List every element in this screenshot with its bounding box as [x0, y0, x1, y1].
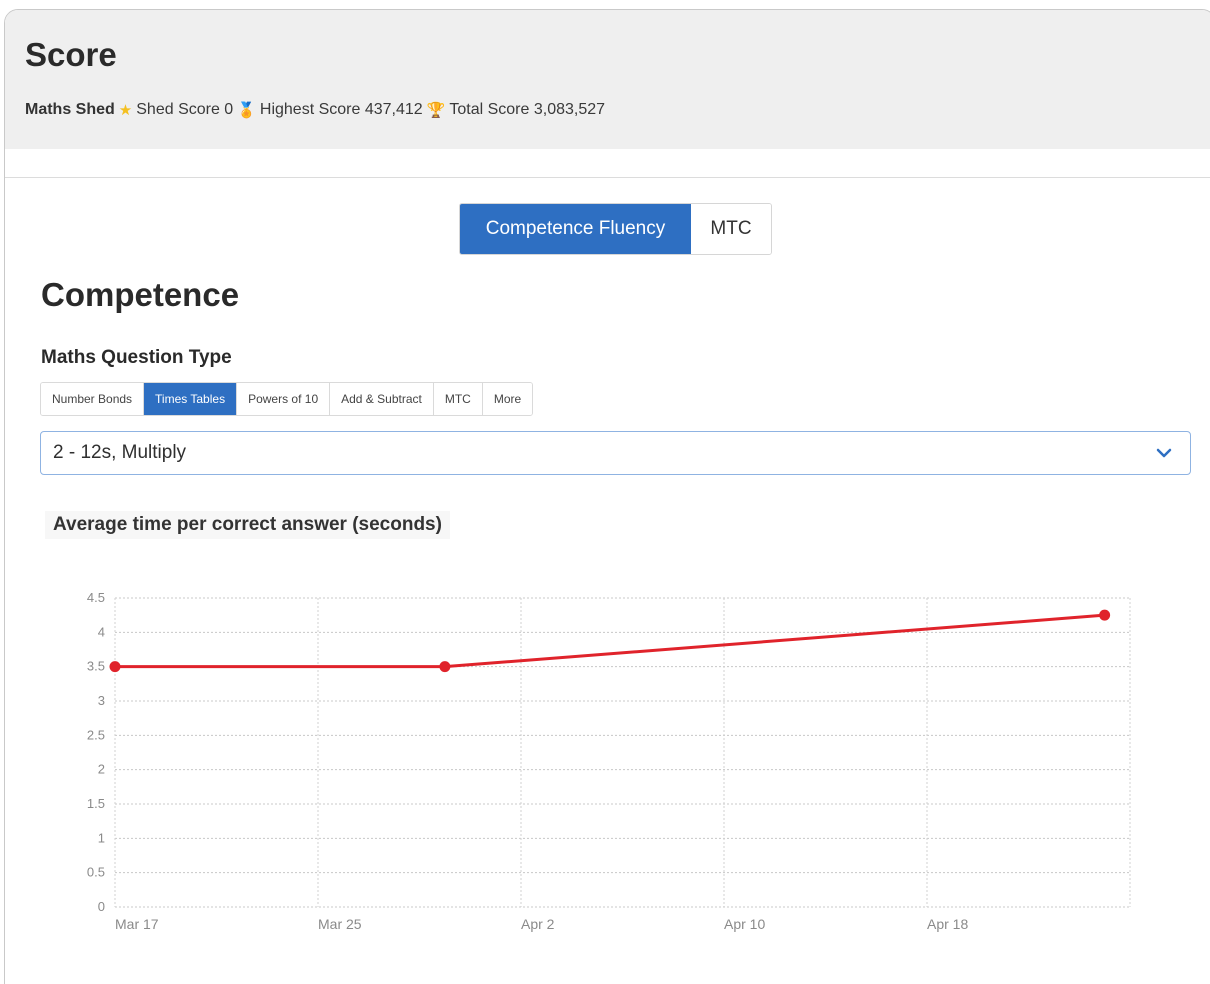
section-title: Competence [41, 276, 240, 313]
star-icon: ★ [118, 101, 133, 119]
tab-number-bonds[interactable]: Number Bonds [41, 383, 145, 415]
series-line [115, 613, 1105, 669]
data-point [109, 661, 121, 673]
header-divider [5, 177, 1210, 178]
y-tick-label: 1 [98, 830, 105, 845]
mtc-button[interactable]: MTC [691, 204, 771, 254]
y-tick-label: 1.5 [87, 796, 105, 811]
x-tick-label: Apr 18 [927, 916, 968, 932]
y-tick-label: 4 [98, 624, 105, 639]
chevron-down-icon [1156, 448, 1172, 458]
x-tick-label: Mar 25 [318, 916, 362, 932]
select-value: 2 - 12s, Multiply [53, 442, 187, 463]
question-set-select[interactable]: 2 - 12s, Multiply [40, 431, 1191, 475]
y-tick-label: 3 [98, 693, 105, 708]
y-tick-label: 0.5 [87, 865, 105, 880]
competence-fluency-button[interactable]: Competence Fluency [460, 204, 691, 254]
line-chart: 0 0.5 1 1.5 2 2.5 3 3.5 4 4.5 Mar 17 Mar 25 Apr 2 Apr… [87, 590, 1131, 932]
score-summary: Maths Shed ★ Shed Score 0 🏅 Highest Scor… [25, 101, 605, 119]
score-header: Score Maths Shed ★ Shed Score 0 🏅 Highes… [5, 10, 1210, 149]
y-tick-label: 2 [98, 762, 105, 777]
brand-label: Maths Shed [25, 101, 115, 118]
x-tick-label: Mar 17 [115, 916, 159, 932]
y-tick-label: 2.5 [87, 727, 105, 742]
medal-icon: 🏅 [237, 101, 256, 119]
highest-score: Highest Score 437,412 [259, 101, 423, 118]
x-tick-label: Apr 2 [521, 916, 555, 932]
tab-mtc[interactable]: MTC [433, 383, 483, 415]
y-tick-label: 4.5 [87, 590, 105, 605]
tab-add-subtract[interactable]: Add & Subtract [330, 383, 434, 415]
tab-times-tables[interactable]: Times Tables [144, 383, 238, 415]
view-toggle: Competence Fluency MTC [459, 203, 772, 255]
data-point [1099, 609, 1111, 621]
data-point [439, 661, 451, 673]
y-tick-label: 0 [98, 899, 105, 914]
chart-title: Average time per correct answer (seconds… [45, 511, 450, 539]
page-title: Score [25, 36, 117, 73]
y-tick-label: 3.5 [87, 659, 105, 674]
x-tick-label: Apr 10 [724, 916, 765, 932]
shed-score: Shed Score 0 [136, 101, 234, 118]
tab-more[interactable]: More [482, 383, 533, 415]
score-panel: Score Maths Shed ★ Shed Score 0 🏅 Highes… [4, 9, 1210, 984]
tab-powers-of-10[interactable]: Powers of 10 [237, 383, 331, 415]
question-type-tabs: Number Bonds Times Tables Powers of 10 A… [40, 382, 534, 416]
question-type-label: Maths Question Type [41, 347, 232, 368]
trophy-icon: 🏆 [426, 101, 446, 119]
total-score: Total Score 3,083,527 [449, 101, 606, 118]
